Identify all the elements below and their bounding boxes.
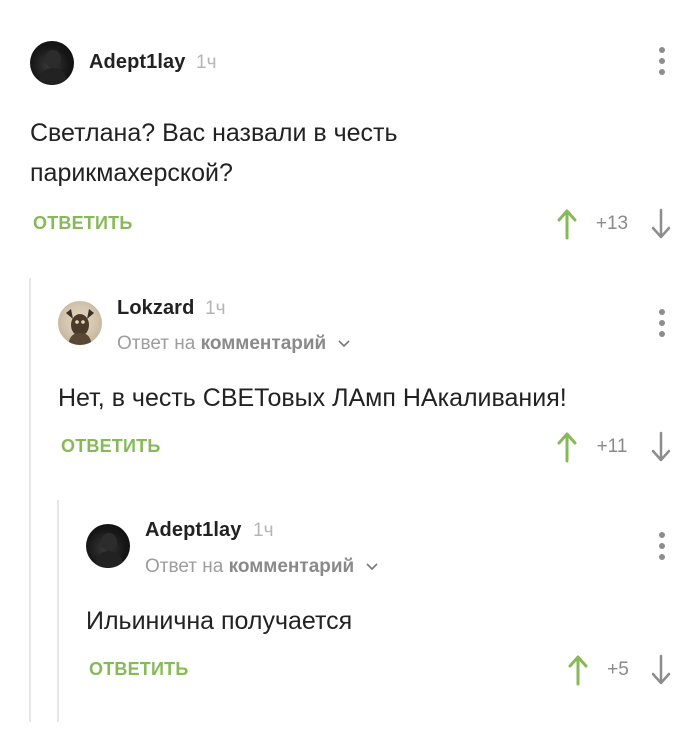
comment-text-line: Ильинична получается [86,607,353,635]
reply-to-link[interactable]: Ответ на комментарий [145,556,378,578]
avatar-image [94,533,124,568]
reply-to-prefix: Ответ на [145,556,224,577]
reply-to-prefix: Ответ на [117,333,196,354]
kebab-menu-icon[interactable] [658,309,666,342]
rating-score: +5 [607,659,629,680]
avatar[interactable] [30,41,74,85]
author-name[interactable]: Adept1lay [89,51,186,74]
author-name[interactable]: Lokzard [117,297,194,320]
reply-button[interactable]: ОТВЕТИТЬ [61,436,160,457]
thread-line-level-1 [29,278,31,722]
rating-score: +11 [596,436,628,457]
comment-time: 1ч [196,52,217,73]
kebab-menu-icon[interactable] [658,47,666,80]
avatar[interactable] [58,301,102,345]
chevron-down-icon[interactable] [337,340,350,348]
arrow-up-icon[interactable] [567,654,589,686]
chevron-down-icon[interactable] [365,563,378,571]
comment-time: 1ч [253,520,274,541]
thread-line-level-2 [57,500,59,722]
reply-to-target[interactable]: комментарий [229,556,355,577]
reply-to-link[interactable]: Ответ на комментарий [117,333,350,355]
arrow-down-icon[interactable] [650,208,672,240]
comment-text-line: Нет, в честь СВЕТовых ЛАмп НАкаливания! [58,384,567,412]
comment-text-line: Светлана? Вас назвали в честь [30,119,398,147]
comment-time: 1ч [205,298,226,319]
comment-text: Светлана? Вас назвали в честь парикмахер… [30,113,660,193]
kebab-menu-icon[interactable] [658,532,666,565]
rating-score: +13 [595,213,629,234]
reply-to-target[interactable]: комментарий [201,333,327,354]
avatar-image [38,50,68,85]
arrow-down-icon[interactable] [650,431,672,463]
avatar[interactable] [86,524,130,568]
comment-text: Ильинична получается [86,601,666,641]
arrow-down-icon[interactable] [650,654,672,686]
avatar-image [66,309,94,345]
reply-button[interactable]: ОТВЕТИТЬ [89,659,188,680]
comment-text-line: парикмахерской? [30,159,233,187]
comment-text: Нет, в честь СВЕТовых ЛАмп НАкаливания! [58,378,668,418]
arrow-up-icon[interactable] [556,208,578,240]
author-name[interactable]: Adept1lay [145,519,242,542]
arrow-up-icon[interactable] [556,431,578,463]
reply-button[interactable]: ОТВЕТИТЬ [33,213,132,234]
